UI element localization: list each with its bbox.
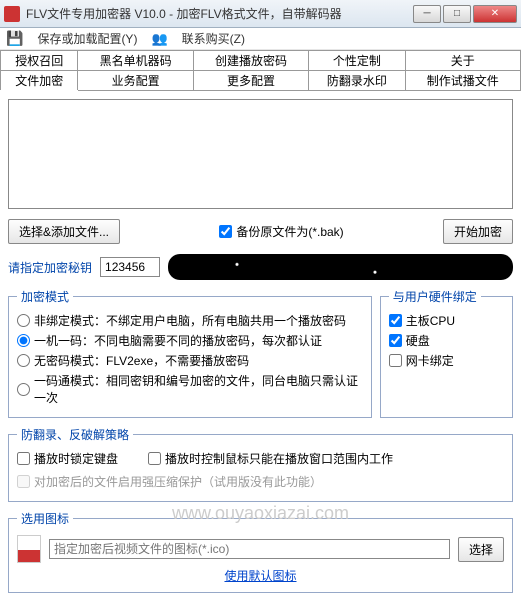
mode-label-2: 无密码模式：FLV2exe，不需要播放密码 [34,352,249,369]
tab-更多配置[interactable]: 更多配置 [193,71,308,91]
tab-创建播放密码[interactable]: 创建播放密码 [193,51,308,71]
lock-keyboard-row[interactable]: 播放时锁定键盘 [17,450,118,467]
minimize-button[interactable]: ─ [413,5,441,23]
icon-select-legend: 选用图标 [17,510,73,527]
tab-业务配置[interactable]: 业务配置 [78,71,193,91]
maximize-button[interactable]: □ [443,5,471,23]
titlebar: FLV文件专用加密器 V10.0 - 加密FLV格式文件，自带解码器 ─ □ ✕ [0,0,521,28]
hw-label-1: 硬盘 [406,332,430,349]
mode-label-1: 一机一码：不同电脑需要不同的播放密码，每次都认证 [34,332,322,349]
file-list[interactable] [8,99,513,209]
redacted-area [168,254,513,280]
encrypt-mode-fieldset: 加密模式 非绑定模式：不绑定用户电脑，所有电脑共用一个播放密码一机一码：不同电脑… [8,288,372,418]
tabs-container: 授权召回黑名单机器码创建播放密码个性定制关于 文件加密业务配置更多配置防翻录水印… [0,50,521,91]
hardware-legend: 与用户硬件绑定 [389,288,481,305]
antirec-legend: 防翻录、反破解策略 [17,426,133,443]
mode-option-2[interactable]: 无密码模式：FLV2exe，不需要播放密码 [17,352,363,369]
select-files-button[interactable]: 选择&添加文件... [8,219,120,244]
tab-文件加密[interactable]: 文件加密 [1,71,78,91]
close-button[interactable]: ✕ [473,5,517,23]
compress-protect-checkbox [17,475,30,488]
backup-checkbox[interactable] [219,225,232,238]
select-icon-button[interactable]: 选择 [458,537,504,562]
mode-option-0[interactable]: 非绑定模式：不绑定用户电脑，所有电脑共用一个播放密码 [17,312,363,329]
save-icon: 💾 [6,30,23,47]
backup-label: 备份原文件为(*.bak) [236,223,343,240]
hw-option-1[interactable]: 硬盘 [389,332,504,349]
tab-授权召回[interactable]: 授权召回 [1,51,78,71]
hw-checkbox-2[interactable] [389,354,402,367]
mouse-limit-row[interactable]: 播放时控制鼠标只能在播放窗口范围内工作 [148,450,393,467]
menu-contact[interactable]: 联系购买(Z) [182,30,245,47]
compress-protect-row: 对加密后的文件启用强压缩保护（试用版没有此功能） [17,473,504,490]
window-buttons: ─ □ ✕ [411,5,517,23]
file-type-icon [17,535,41,563]
window-title: FLV文件专用加密器 V10.0 - 加密FLV格式文件，自带解码器 [26,5,411,22]
app-icon [4,6,20,22]
encrypt-mode-legend: 加密模式 [17,288,73,305]
default-icon-link[interactable]: 使用默认图标 [224,569,296,583]
mode-label-0: 非绑定模式：不绑定用户电脑，所有电脑共用一个播放密码 [34,312,346,329]
tab-防翻录水印[interactable]: 防翻录水印 [309,71,405,91]
mode-radio-3[interactable] [17,383,30,396]
tab-个性定制[interactable]: 个性定制 [309,51,405,71]
hardware-bind-fieldset: 与用户硬件绑定 主板CPU 硬盘网卡绑定 [380,288,513,418]
hw-label-0: 主板CPU [406,312,455,329]
mouse-limit-checkbox[interactable] [148,452,161,465]
antirec-fieldset: 防翻录、反破解策略 播放时锁定键盘 播放时控制鼠标只能在播放窗口范围内工作 对加… [8,426,513,502]
mode-label-3: 一码通模式：相同密钥和编号加密的文件，同台电脑只需认证一次 [34,372,363,406]
tab-黑名单机器码[interactable]: 黑名单机器码 [78,51,193,71]
icon-path-input[interactable] [49,539,450,559]
lock-keyboard-label: 播放时锁定键盘 [34,450,118,467]
mouse-limit-label: 播放时控制鼠标只能在播放窗口范围内工作 [165,450,393,467]
hw-option-0[interactable]: 主板CPU [389,312,504,329]
menu-save-config[interactable]: 保存或加载配置(Y) [37,30,137,47]
start-encrypt-button[interactable]: 开始加密 [443,219,513,244]
tab-content: 选择&添加文件... 备份原文件为(*.bak) 开始加密 请指定加密秘钥 加密… [0,91,521,593]
contact-icon: 👥 [151,31,167,47]
mode-radio-0[interactable] [17,314,30,327]
tab-关于[interactable]: 关于 [405,51,520,71]
hw-option-2[interactable]: 网卡绑定 [389,352,504,369]
backup-checkbox-row[interactable]: 备份原文件为(*.bak) [219,223,343,240]
icon-select-fieldset: 选用图标 选择 使用默认图标 [8,510,513,593]
secret-label: 请指定加密秘钥 [8,259,92,276]
hw-checkbox-0[interactable] [389,314,402,327]
mode-radio-2[interactable] [17,354,30,367]
secret-input[interactable] [100,257,160,277]
mode-radio-1[interactable] [17,334,30,347]
lock-keyboard-checkbox[interactable] [17,452,30,465]
compress-protect-label: 对加密后的文件启用强压缩保护（试用版没有此功能） [34,473,322,490]
tab-制作试播文件[interactable]: 制作试播文件 [405,71,520,91]
mode-option-1[interactable]: 一机一码：不同电脑需要不同的播放密码，每次都认证 [17,332,363,349]
mode-option-3[interactable]: 一码通模式：相同密钥和编号加密的文件，同台电脑只需认证一次 [17,372,363,406]
menubar: 💾 保存或加载配置(Y) 👥 联系购买(Z) [0,28,521,50]
hw-label-2: 网卡绑定 [406,352,454,369]
hw-checkbox-1[interactable] [389,334,402,347]
